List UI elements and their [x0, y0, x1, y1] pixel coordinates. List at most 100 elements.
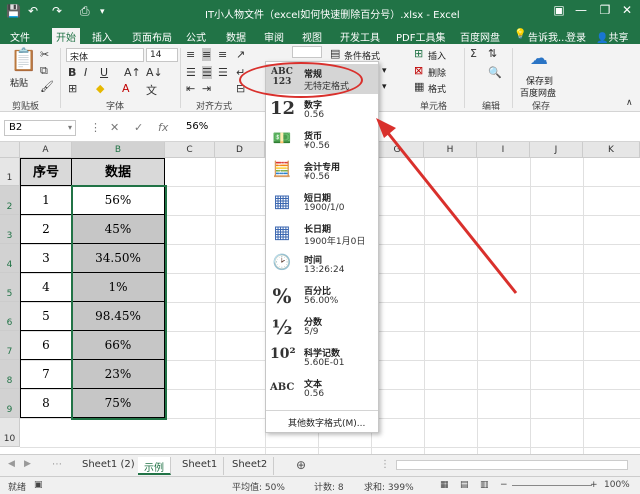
page-layout-view-icon[interactable]: ▤: [460, 480, 469, 490]
tab-home[interactable]: 开始: [52, 28, 80, 44]
align-left-icon[interactable]: ☰: [186, 66, 196, 79]
cut-icon[interactable]: ✂: [40, 48, 49, 61]
format-number[interactable]: 12 数字 0.56: [266, 95, 378, 125]
row-header-10[interactable]: 10: [0, 418, 20, 447]
tab-formulas[interactable]: 公式: [182, 28, 210, 44]
sheet-more-icon[interactable]: ⋯: [52, 459, 62, 470]
delete-cells-button[interactable]: 删除: [428, 66, 446, 79]
wrap-text-icon[interactable]: ↵: [236, 66, 245, 79]
font-color-icon[interactable]: A: [122, 82, 130, 95]
delete-cells-icon[interactable]: ⊠: [414, 64, 423, 77]
column-header-h[interactable]: H: [424, 142, 477, 158]
share-button[interactable]: 👤共享: [592, 28, 632, 44]
row-header-2[interactable]: 2: [0, 186, 20, 215]
prev-sheet-icon[interactable]: ◀: [8, 459, 15, 469]
column-header-d[interactable]: D: [215, 142, 265, 158]
undo-icon[interactable]: ↶: [28, 4, 38, 18]
zoom-level[interactable]: 100%: [604, 480, 630, 490]
borders-icon[interactable]: ⊞: [68, 82, 77, 95]
sheet-tab[interactable]: Sheet1: [176, 457, 225, 475]
insert-function-icon[interactable]: fx: [158, 121, 168, 134]
table-cell[interactable]: 4: [20, 273, 72, 302]
column-header-j[interactable]: J: [530, 142, 583, 158]
select-all-corner[interactable]: [0, 142, 20, 158]
print-preview-icon[interactable]: ⎙: [80, 4, 90, 19]
format-fraction[interactable]: ½ 分数 5/9: [266, 312, 378, 342]
tab-baidu-netdisk[interactable]: 百度网盘: [456, 28, 504, 44]
merge-center-icon[interactable]: ⊟: [236, 82, 245, 95]
table-cell[interactable]: 1: [20, 186, 72, 215]
more-number-formats[interactable]: 其他数字格式(M)...: [288, 416, 365, 429]
save-to-baidu-button-line2[interactable]: 百度网盘: [520, 86, 556, 99]
formula-input[interactable]: 56%: [186, 121, 208, 132]
bottom-align-icon[interactable]: ≡: [218, 48, 227, 61]
customize-toolbar-icon[interactable]: ▾: [100, 7, 105, 17]
row-header-9[interactable]: 9: [0, 389, 20, 418]
table-cell[interactable]: 98.45%: [72, 302, 165, 331]
table-cell[interactable]: 3: [20, 244, 72, 273]
cell-styles-arrow[interactable]: ▾: [382, 82, 387, 92]
format-time[interactable]: 🕑 时间 13:26:24: [266, 250, 378, 280]
italic-icon[interactable]: I: [84, 66, 87, 79]
row-header-4[interactable]: 4: [0, 244, 20, 273]
column-header-i[interactable]: I: [477, 142, 530, 158]
increase-font-icon[interactable]: A↑: [124, 66, 141, 79]
sheet-tab[interactable]: Sheet2: [226, 457, 275, 475]
baidu-netdisk-icon[interactable]: ☁: [530, 48, 548, 69]
underline-icon[interactable]: U: [100, 66, 108, 79]
table-cell[interactable]: 66%: [72, 331, 165, 360]
table-cell[interactable]: 6: [20, 331, 72, 360]
insert-cells-icon[interactable]: ⊞: [414, 47, 423, 60]
tab-view[interactable]: 视图: [298, 28, 326, 44]
decrease-font-icon[interactable]: A↓: [146, 66, 163, 79]
column-header-k[interactable]: K: [583, 142, 640, 158]
horizontal-scrollbar[interactable]: [396, 460, 628, 470]
row-header-7[interactable]: 7: [0, 331, 20, 360]
restore-button[interactable]: ❐: [594, 3, 616, 17]
column-header-c[interactable]: C: [165, 142, 215, 158]
number-format-select[interactable]: [292, 46, 322, 58]
tab-review[interactable]: 审阅: [260, 28, 288, 44]
table-cell[interactable]: 1%: [72, 273, 165, 302]
orientation-icon[interactable]: ↗: [236, 48, 245, 61]
enter-icon[interactable]: ✓: [134, 121, 143, 134]
zoom-out-icon[interactable]: −: [500, 480, 508, 490]
save-icon[interactable]: 💾: [6, 4, 21, 18]
page-break-view-icon[interactable]: ▥: [480, 480, 489, 490]
table-cell[interactable]: 2: [20, 215, 72, 244]
middle-align-icon[interactable]: ≡: [202, 48, 212, 61]
font-size-select[interactable]: 14: [146, 48, 178, 62]
align-center-icon[interactable]: ☰: [202, 66, 212, 79]
find-select-icon[interactable]: 🔍: [488, 66, 502, 79]
insert-cells-button[interactable]: 插入: [428, 49, 446, 62]
ribbon-display-icon[interactable]: ▣: [548, 3, 570, 17]
tab-file[interactable]: 文件: [6, 28, 34, 44]
row-header-1[interactable]: 1: [0, 158, 20, 186]
sort-filter-icon[interactable]: ⇅: [488, 47, 497, 60]
format-long-date[interactable]: ▦ 长日期 1900年1月0日: [266, 219, 378, 249]
sheet-tab[interactable]: Sheet1 (2): [76, 457, 142, 475]
format-as-table-arrow[interactable]: ▾: [382, 66, 387, 76]
row-header-5[interactable]: 5: [0, 273, 20, 302]
decrease-indent-icon[interactable]: ⇤: [186, 82, 195, 95]
paste-button[interactable]: 粘贴: [10, 76, 28, 89]
next-sheet-icon[interactable]: ▶: [24, 459, 31, 469]
sheet-tab-active[interactable]: 示例: [138, 457, 171, 475]
font-name-select[interactable]: 宋体: [66, 48, 144, 63]
table-cell[interactable]: 45%: [72, 215, 165, 244]
table-cell[interactable]: 5: [20, 302, 72, 331]
collapse-ribbon-icon[interactable]: ∧: [626, 98, 633, 108]
header-cell-data[interactable]: 数据: [72, 158, 165, 186]
format-short-date[interactable]: ▦ 短日期 1900/1/0: [266, 188, 378, 218]
normal-view-icon[interactable]: ▦: [440, 480, 449, 490]
format-percentage[interactable]: % 百分比 56.00%: [266, 281, 378, 311]
row-header-8[interactable]: 8: [0, 360, 20, 389]
align-right-icon[interactable]: ☰: [218, 66, 228, 79]
minimize-button[interactable]: —: [570, 3, 592, 17]
row-header-6[interactable]: 6: [0, 302, 20, 331]
name-box[interactable]: B2: [4, 120, 76, 136]
tab-pdf-tools[interactable]: PDF工具集: [392, 28, 449, 44]
format-painter-icon[interactable]: 🖌: [40, 80, 54, 93]
copy-icon[interactable]: ⧉: [40, 64, 48, 78]
format-general[interactable]: ABC 123 常规 无特定格式: [266, 64, 378, 94]
